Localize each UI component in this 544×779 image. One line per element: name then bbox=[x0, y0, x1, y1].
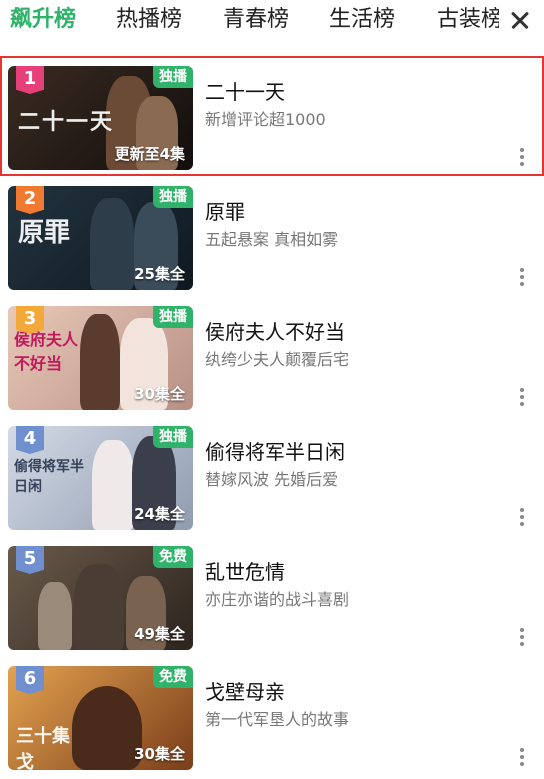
more-options-icon[interactable] bbox=[519, 388, 525, 408]
rank-badge: 6 bbox=[16, 666, 44, 694]
exclusive-badge: 独播 bbox=[153, 426, 193, 448]
poster-thumbnail[interactable]: 二十一天 1 独播 更新至4集 bbox=[8, 66, 193, 170]
close-icon[interactable] bbox=[506, 6, 534, 34]
episode-count: 24集全 bbox=[134, 505, 185, 523]
poster-title-text: 侯府夫人不好当 bbox=[14, 330, 79, 373]
rank-badge: 5 bbox=[16, 546, 44, 574]
more-options-icon[interactable] bbox=[519, 628, 525, 648]
poster-thumbnail[interactable]: 偷得将军半日闲 4 独播 24集全 bbox=[8, 426, 193, 530]
rank-badge: 4 bbox=[16, 426, 44, 454]
drama-subtitle: 第一代军垦人的故事 bbox=[205, 710, 350, 729]
tab-rising[interactable]: 飙升榜 bbox=[10, 4, 76, 36]
poster-title-text: 原罪 bbox=[18, 218, 71, 248]
poster-title-text: 偷得将军半日闲 bbox=[14, 459, 84, 495]
drama-subtitle: 纨绔少夫人颠覆后宅 bbox=[205, 350, 350, 369]
list-item[interactable]: 原罪 2 独播 25集全 原罪 五起悬案 真相如雾 bbox=[0, 176, 544, 296]
drama-subtitle: 新增评论超1000 bbox=[205, 110, 326, 129]
tab-costume[interactable]: 古装榜 bbox=[437, 4, 499, 36]
exclusive-badge: 独播 bbox=[153, 66, 193, 88]
episode-count: 30集全 bbox=[134, 385, 185, 403]
episode-count: 30集全 bbox=[134, 745, 185, 763]
poster-thumbnail[interactable]: 三十集 戈 6 免费 30集全 bbox=[8, 666, 193, 770]
drama-title[interactable]: 乱世危情 bbox=[205, 556, 285, 585]
ranking-tabs: 飙升榜 热播榜 青春榜 生活榜 古装榜 bbox=[0, 0, 544, 44]
free-badge: 免费 bbox=[153, 546, 193, 568]
exclusive-badge: 独播 bbox=[153, 306, 193, 328]
rank-badge: 1 bbox=[16, 66, 44, 94]
more-options-icon[interactable] bbox=[519, 508, 525, 528]
rank-badge: 2 bbox=[16, 186, 44, 214]
more-options-icon[interactable] bbox=[519, 148, 525, 168]
free-badge: 免费 bbox=[153, 666, 193, 688]
drama-subtitle: 替嫁风波 先婚后爱 bbox=[205, 470, 339, 489]
drama-title[interactable]: 偷得将军半日闲 bbox=[205, 436, 345, 465]
list-item[interactable]: 偷得将军半日闲 4 独播 24集全 偷得将军半日闲 替嫁风波 先婚后爱 bbox=[0, 416, 544, 536]
drama-title[interactable]: 二十一天 bbox=[205, 76, 285, 105]
drama-subtitle: 五起悬案 真相如雾 bbox=[205, 230, 339, 249]
poster-title-text: 二十一天 bbox=[18, 110, 115, 135]
poster-thumbnail[interactable]: 侯府夫人不好当 3 独播 30集全 bbox=[8, 306, 193, 410]
list-item[interactable]: 二十一天 1 独播 更新至4集 二十一天 新增评论超1000 bbox=[0, 56, 544, 176]
drama-subtitle: 亦庄亦谐的战斗喜剧 bbox=[205, 590, 350, 609]
episode-count: 更新至4集 bbox=[114, 145, 185, 163]
list-item[interactable]: 三十集 戈 6 免费 30集全 戈壁母亲 第一代军垦人的故事 bbox=[0, 656, 544, 776]
more-options-icon[interactable] bbox=[519, 268, 525, 288]
exclusive-badge: 独播 bbox=[153, 186, 193, 208]
episode-count: 25集全 bbox=[134, 265, 185, 283]
poster-title-text: 三十集 戈 bbox=[16, 726, 70, 770]
tab-hot[interactable]: 热播榜 bbox=[116, 4, 182, 36]
rank-badge: 3 bbox=[16, 306, 44, 334]
list-item[interactable]: 5 免费 49集全 乱世危情 亦庄亦谐的战斗喜剧 bbox=[0, 536, 544, 656]
poster-thumbnail[interactable]: 原罪 2 独播 25集全 bbox=[8, 186, 193, 290]
list-item[interactable]: 侯府夫人不好当 3 独播 30集全 侯府夫人不好当 纨绔少夫人颠覆后宅 bbox=[0, 296, 544, 416]
drama-title[interactable]: 原罪 bbox=[205, 196, 245, 225]
drama-title[interactable]: 侯府夫人不好当 bbox=[205, 316, 345, 345]
tab-life[interactable]: 生活榜 bbox=[329, 4, 395, 36]
tab-youth[interactable]: 青春榜 bbox=[223, 4, 289, 36]
tab-costume-clip: 古装榜 bbox=[433, 0, 499, 40]
poster-thumbnail[interactable]: 5 免费 49集全 bbox=[8, 546, 193, 650]
more-options-icon[interactable] bbox=[519, 748, 525, 768]
episode-count: 49集全 bbox=[134, 625, 185, 643]
drama-title[interactable]: 戈壁母亲 bbox=[205, 676, 285, 705]
